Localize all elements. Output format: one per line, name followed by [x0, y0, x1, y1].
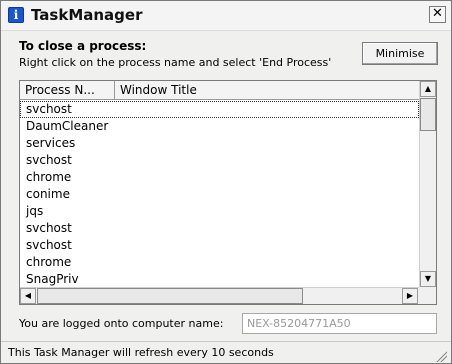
list-item[interactable]: services: [20, 135, 419, 152]
horizontal-scroll-thumb[interactable]: [37, 288, 303, 304]
list-header: Process N... Window Title: [20, 81, 419, 100]
list-item[interactable]: svchost: [20, 152, 419, 169]
vertical-scroll-thumb[interactable]: [420, 98, 436, 131]
list-item[interactable]: jqs: [20, 203, 419, 220]
list-item[interactable]: SnagPriv: [20, 271, 419, 288]
list-item[interactable]: svchost: [20, 101, 419, 118]
column-header-process-name[interactable]: Process N...: [20, 81, 115, 100]
list-item[interactable]: svchost: [20, 237, 419, 254]
list-item[interactable]: svchost: [20, 220, 419, 237]
status-text: This Task Manager will refresh every 10 …: [8, 346, 274, 359]
scroll-up-icon[interactable]: ▲: [420, 81, 436, 97]
list-item[interactable]: chrome: [20, 254, 419, 271]
scroll-right-icon[interactable]: ▶: [402, 288, 418, 304]
column-header-window-title[interactable]: Window Title: [115, 81, 419, 100]
process-rows: svchost DaumCleaner services svchost chr…: [20, 101, 419, 288]
resize-grip-icon[interactable]: [435, 350, 447, 362]
title-bar[interactable]: i TaskManager ✕: [1, 1, 451, 31]
list-item[interactable]: chrome: [20, 169, 419, 186]
instructions-text: Right click on the process name and sele…: [19, 56, 332, 69]
minimise-button[interactable]: Minimise: [362, 42, 438, 65]
scroll-down-icon[interactable]: ▼: [420, 271, 436, 287]
horizontal-scrollbar[interactable]: ◀ ▶: [20, 287, 419, 304]
instructions-heading: To close a process:: [19, 39, 147, 53]
computer-name-field: NEX-85204771A50: [242, 313, 437, 334]
info-icon: i: [8, 7, 24, 23]
scrollbar-corner: [419, 287, 436, 304]
vertical-scrollbar[interactable]: ▲ ▼: [419, 81, 436, 287]
scroll-left-icon[interactable]: ◀: [20, 288, 36, 304]
window-title: TaskManager: [31, 6, 143, 24]
list-item[interactable]: conime: [20, 186, 419, 203]
process-list[interactable]: Process N... Window Title svchost DaumCl…: [19, 80, 437, 305]
list-item[interactable]: DaumCleaner: [20, 118, 419, 135]
close-button[interactable]: ✕: [429, 6, 446, 23]
status-bar: This Task Manager will refresh every 10 …: [1, 341, 451, 363]
computer-name-label: You are logged onto computer name:: [19, 317, 224, 330]
task-manager-window: i TaskManager ✕ To close a process: Righ…: [0, 0, 452, 364]
